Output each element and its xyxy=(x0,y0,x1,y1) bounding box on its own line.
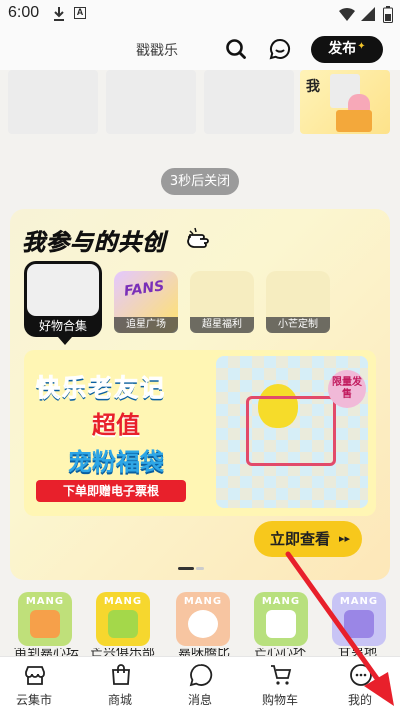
tab-mango-custom[interactable]: 小芒定制 xyxy=(266,271,330,333)
club-icon xyxy=(108,610,138,638)
banner-line-1: 快乐老友记 xyxy=(36,374,166,403)
banner-text-block: 快乐老友记 超值 宠粉福袋 xyxy=(36,368,196,477)
nav-item-messages[interactable]: 消息 xyxy=(170,657,230,711)
nav-item-mall[interactable]: 商城 xyxy=(90,657,150,711)
store-icon xyxy=(25,666,45,685)
tab-star-plaza[interactable]: FANS 追星广场 xyxy=(114,271,178,333)
page-title: 戳戳乐 xyxy=(136,43,178,59)
signal-icon xyxy=(361,7,375,21)
promo-banner[interactable]: 快乐老友记 超值 宠粉福袋 下单即赠电子票根 限量发售 xyxy=(24,350,376,516)
battery-icon xyxy=(383,6,393,23)
carousel-indicator-active xyxy=(178,567,194,570)
tab-super-benefits[interactable]: 超星福利 xyxy=(190,271,254,333)
shortcut-1[interactable]: MANG xyxy=(18,592,72,646)
shortcut-3[interactable]: MANG xyxy=(176,592,230,646)
banner-ticket-label: 下单即赠电子票根 xyxy=(36,480,186,502)
status-bar: 6:00 A xyxy=(0,0,400,28)
annotation-arrow-icon xyxy=(285,551,394,706)
thumbnail-placeholder[interactable] xyxy=(204,70,294,134)
nav-label: 商城 xyxy=(107,693,132,707)
view-now-label: 立即查看 xyxy=(270,530,331,548)
message-icon[interactable] xyxy=(268,37,292,61)
tab-label: 小芒定制 xyxy=(266,317,330,333)
publish-label: 发布 xyxy=(328,41,357,57)
status-time: 6:00 xyxy=(8,4,40,21)
tab-goods-image xyxy=(27,264,99,316)
publish-button[interactable]: 发布✦ xyxy=(311,36,383,63)
limited-edition-badge: 限量发售 xyxy=(328,370,366,408)
notification-a-icon: A xyxy=(74,7,86,19)
chat-icon xyxy=(189,664,213,687)
thumbnail-text: 我 xyxy=(306,79,320,95)
avatar-icon xyxy=(188,610,218,638)
sparkle-icon: ✦ xyxy=(357,41,366,52)
banner-line-3: 宠粉福袋 xyxy=(68,448,164,476)
fans-art-text: FANS xyxy=(123,278,166,300)
cocreate-card: 我参与的共创 好物合集 FANS 追星广场 超星福利 小芒定制 快乐老友记 超值… xyxy=(10,209,390,580)
tab-goods-collection[interactable]: 好物合集 xyxy=(24,261,102,345)
nav-label: 消息 xyxy=(187,693,212,707)
thumbnail-placeholder[interactable] xyxy=(106,70,196,134)
mang-logo-text: MANG xyxy=(25,596,65,607)
nav-label: 云集市 xyxy=(15,693,52,707)
mang-logo-text: MANG xyxy=(103,596,143,607)
calendar-icon xyxy=(30,610,60,638)
pointing-hand-icon xyxy=(187,227,209,248)
top-bar: 戳戳乐 发布✦ xyxy=(0,28,400,70)
mang-logo-text: MANG xyxy=(183,596,223,607)
nav-item-market[interactable]: 云集市 xyxy=(4,657,64,711)
wifi-icon xyxy=(339,7,355,21)
auto-close-toast: 3秒后关闭 xyxy=(161,168,239,195)
download-icon xyxy=(54,7,64,21)
carousel-indicator xyxy=(196,567,204,570)
thumbnail-promo[interactable]: 我 xyxy=(300,70,390,134)
shopping-cart-image xyxy=(246,396,336,466)
cocreate-title: 我参与的共创 xyxy=(22,230,166,257)
gift-icon xyxy=(336,110,372,132)
banner-line-2: 超值 xyxy=(92,411,140,439)
bag-icon xyxy=(112,664,130,685)
tab-label: 超星福利 xyxy=(190,317,254,333)
tab-label: 好物合集 xyxy=(38,319,87,333)
tab-label: 追星广场 xyxy=(114,317,178,333)
banner-product-image: 限量发售 xyxy=(216,356,368,508)
thumbnail-placeholder[interactable] xyxy=(8,70,98,134)
shortcut-2[interactable]: MANG xyxy=(96,592,150,646)
tab-selected-pointer xyxy=(58,337,72,345)
search-icon[interactable] xyxy=(224,37,248,61)
